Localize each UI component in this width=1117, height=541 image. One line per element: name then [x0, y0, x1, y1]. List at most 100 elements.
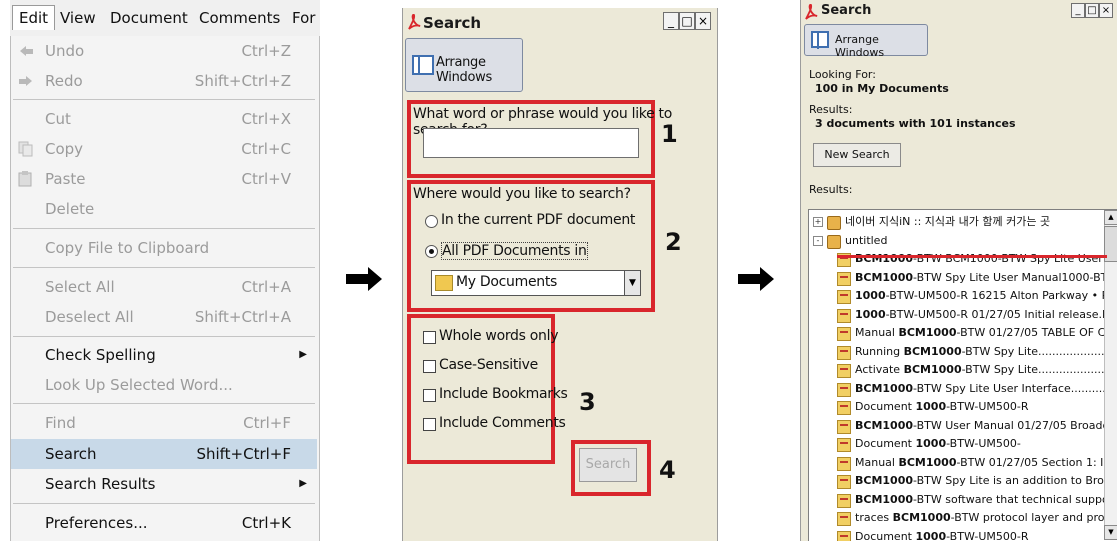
close-button[interactable]: ×: [695, 12, 711, 30]
search-result-icon: [837, 345, 851, 360]
arrange-windows-icon: [811, 31, 829, 49]
right-arrow-icon: [346, 267, 382, 291]
result-suffix: -BTW BCM1000-BTW Spy Lite User Ma: [913, 252, 1117, 265]
checkbox-include-bookmarks[interactable]: [423, 389, 436, 402]
radio-all-documents[interactable]: [425, 245, 438, 258]
menu-separator: [13, 503, 315, 504]
menu-item-find[interactable]: Find Ctrl+F: [11, 408, 317, 438]
scroll-down-icon[interactable]: ▼: [1104, 525, 1117, 540]
results-label: Results:: [809, 103, 853, 116]
result-suffix: -BTW Spy Lite...................: [961, 344, 1105, 358]
redo-icon: [19, 76, 32, 86]
search-location-label: Where would you like to search?: [413, 186, 631, 202]
menu-separator: [13, 336, 315, 337]
result-match: BCM1000: [892, 511, 951, 524]
step-number-4: 4: [659, 456, 676, 484]
menu-item-select-all[interactable]: Select All Ctrl+A: [11, 272, 317, 302]
document-group-icon: [827, 216, 841, 230]
result-match: 1000: [915, 400, 947, 413]
menu-item-redo[interactable]: Redo Shift+Ctrl+Z: [11, 66, 317, 96]
search-input[interactable]: [423, 128, 639, 158]
result-suffix: -BTW Spy Lite...................: [961, 363, 1105, 376]
arrange-windows-button[interactable]: Arrange Windows: [405, 38, 523, 92]
checkbox-case-sensitive[interactable]: [423, 360, 436, 373]
menu-separator: [13, 99, 315, 100]
menu-item-copy[interactable]: Copy Ctrl+C: [11, 134, 317, 164]
results-tree[interactable]: Document 1000-BTW-UM500-R traces BCM1000-…: [808, 209, 1117, 541]
result-suffix: -BTW-UM500-: [946, 437, 1021, 450]
menu-item-search-results[interactable]: Search Results ▶: [11, 469, 317, 499]
result-text: Running BCM1000-BTW Spy Lite............…: [855, 342, 1105, 362]
menu-edit[interactable]: Edit: [12, 5, 56, 30]
result-suffix: 네이버 지식iN :: 지식과 내가 함께 커가는 곳: [845, 215, 1051, 228]
location-dropdown[interactable]: My Documents ▼: [431, 270, 641, 296]
search-result-icon: [837, 271, 851, 286]
result-text: BCM1000-BTW User Manual 01/27/05 Broadco…: [855, 416, 1117, 436]
result-text: Document 1000-BTW-UM500-: [855, 434, 1021, 454]
result-text: 네이버 지식iN :: 지식과 내가 함께 커가는 곳: [845, 212, 1050, 232]
step-number-1: 1: [661, 120, 678, 148]
search-button[interactable]: Search: [579, 448, 637, 482]
search-result-icon: [837, 308, 851, 323]
menu-item-deselect-all[interactable]: Deselect All Shift+Ctrl+A: [11, 302, 317, 332]
menu-separator: [13, 267, 315, 268]
undo-icon: [20, 46, 33, 56]
minimize-button[interactable]: _: [1071, 3, 1085, 18]
window-title: Search: [821, 3, 872, 18]
vertical-scrollbar[interactable]: ▲ ▼: [1104, 210, 1117, 540]
result-suffix: -BTW-UM500-R: [946, 400, 1029, 413]
close-button[interactable]: ×: [1099, 3, 1113, 18]
result-suffix: -BTW-UM500-R 01/27/05 Initial release.Br…: [885, 307, 1117, 321]
menu-item-delete[interactable]: Delete: [11, 194, 317, 224]
menu-form[interactable]: For: [286, 6, 320, 30]
copy-icon: [18, 141, 33, 157]
maximize-button[interactable]: □: [679, 12, 695, 30]
result-text: Document 1000-BTW-UM500-R: [855, 527, 1029, 541]
menu-item-undo[interactable]: Undo Ctrl+Z: [11, 36, 317, 66]
search-result-icon: [837, 493, 851, 508]
new-search-button[interactable]: New Search: [813, 143, 901, 167]
result-text: Document 1000-BTW-UM500-R: [855, 397, 1029, 417]
chevron-down-icon[interactable]: ▼: [624, 271, 640, 295]
checkbox-include-comments[interactable]: [423, 418, 436, 431]
result-prefix: Document: [855, 529, 916, 541]
menu-item-search[interactable]: Search Shift+Ctrl+F: [11, 439, 317, 469]
checkbox-whole-words[interactable]: [423, 331, 436, 344]
menu-document[interactable]: Document: [104, 6, 194, 30]
result-text: BCM1000-BTW BCM1000-BTW Spy Lite User Ma: [855, 249, 1117, 269]
result-prefix: Document: [855, 400, 916, 413]
search-result-icon: [837, 530, 851, 541]
minimize-button[interactable]: _: [663, 12, 679, 30]
search-results-window: Search _ □ × Arrange Windows Looking For…: [800, 0, 1117, 541]
result-suffix: -BTW software that technical support: [913, 492, 1117, 506]
result-match: BCM1000: [898, 455, 957, 469]
search-result-icon: [837, 456, 851, 471]
first-result-underline: [837, 255, 1107, 258]
search-window: Search _ □ × Arrange Windows What word o…: [402, 8, 718, 541]
menu-item-copy-file-to-clipboard[interactable]: Copy File to Clipboard: [11, 233, 317, 263]
result-match: 1000: [915, 529, 947, 541]
edit-dropdown: Undo Ctrl+Z Redo Shift+Ctrl+Z Cut Ctrl+X…: [10, 36, 320, 541]
scroll-up-icon[interactable]: ▲: [1104, 210, 1117, 225]
menu-item-cut[interactable]: Cut Ctrl+X: [11, 104, 317, 134]
result-text: 1000-BTW-UM500-R 16215 Alton Parkway • P…: [855, 286, 1117, 306]
arrange-windows-button[interactable]: Arrange Windows: [804, 24, 928, 59]
maximize-button[interactable]: □: [1085, 3, 1099, 18]
menu-view[interactable]: View: [54, 6, 102, 30]
looking-for-value: 100 in My Documents: [815, 82, 949, 95]
menu-separator: [13, 403, 315, 404]
menu-item-preferences[interactable]: Preferences... Ctrl+K: [11, 508, 317, 538]
expand-icon[interactable]: +: [813, 217, 823, 227]
result-match: BCM1000: [855, 418, 914, 432]
radio-current-document[interactable]: [425, 215, 438, 228]
menu-comments[interactable]: Comments: [193, 6, 286, 30]
menu-item-look-up-selected-word[interactable]: Look Up Selected Word...: [11, 370, 317, 400]
result-match: BCM1000: [855, 474, 914, 487]
menu-item-paste[interactable]: Paste Ctrl+V: [11, 164, 317, 194]
result-suffix: -BTW Spy Lite User Manual1000-BTW-: [913, 270, 1117, 284]
menu-item-check-spelling[interactable]: Check Spelling ▶: [11, 340, 317, 370]
search-result-icon: [837, 512, 851, 526]
collapse-icon[interactable]: -: [813, 235, 823, 246]
result-text: untitled: [845, 231, 887, 251]
search-result-icon: [837, 438, 851, 452]
